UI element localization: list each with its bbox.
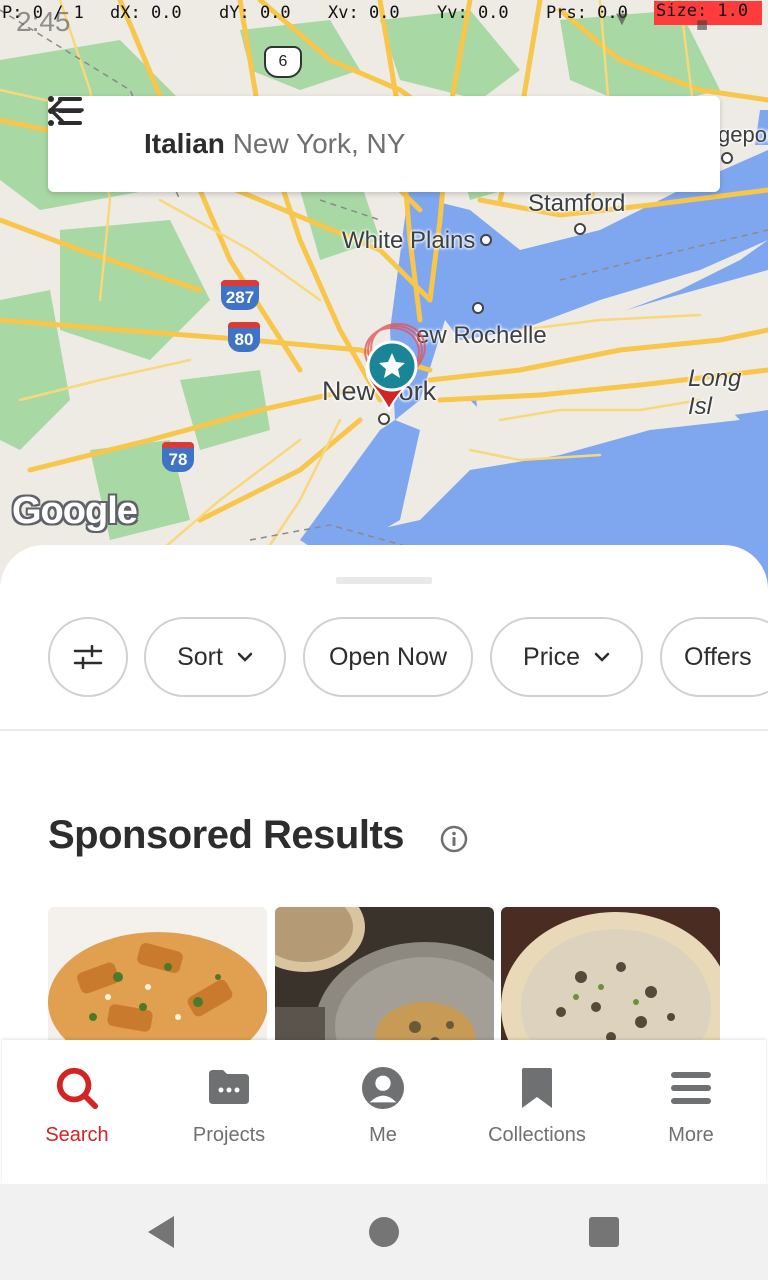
- chevron-down-icon: [594, 652, 610, 662]
- price-chip-label: Price: [523, 642, 580, 671]
- debug-pointer: P: 0 / 1: [2, 3, 84, 23]
- battery-icon: ■: [696, 14, 709, 36]
- tab-projects[interactable]: Projects: [154, 1040, 304, 1184]
- map-label-stamford: Stamford: [528, 190, 626, 217]
- sponsored-results-title: Sponsored Results: [48, 813, 405, 857]
- system-recents-icon[interactable]: [584, 1212, 624, 1252]
- menu-icon: [671, 1072, 711, 1104]
- tab-more[interactable]: More: [616, 1040, 766, 1184]
- tab-collections-label: Collections: [488, 1124, 586, 1146]
- search-icon: [56, 1067, 99, 1110]
- sponsored-image-pasta[interactable]: [48, 907, 267, 1040]
- filters-button[interactable]: [48, 617, 128, 697]
- results-sheet[interactable]: Sort Open Now Price Offers Sponsored Res…: [0, 545, 768, 1040]
- tab-me-label: Me: [369, 1124, 397, 1146]
- us-route-6-shield: 6: [264, 46, 302, 78]
- tab-me[interactable]: Me: [308, 1040, 458, 1184]
- system-home-icon[interactable]: [364, 1212, 404, 1252]
- list-view-button[interactable]: [48, 96, 688, 174]
- filter-chips: Sort Open Now Price Offers: [48, 617, 768, 697]
- back-button[interactable]: [49, 97, 134, 174]
- projects-icon: [209, 1070, 249, 1104]
- search-term: Italian: [144, 128, 225, 159]
- google-attribution: Google: [12, 490, 138, 532]
- tab-projects-label: Projects: [192, 1124, 266, 1146]
- open-now-chip-label: Open Now: [328, 642, 448, 671]
- tab-collections[interactable]: Collections: [462, 1040, 612, 1184]
- search-query[interactable]: Italian New York, NY: [144, 128, 628, 160]
- tab-more-label: More: [668, 1124, 714, 1146]
- tab-search-label: Search: [45, 1124, 109, 1146]
- chevron-down-icon: [237, 652, 253, 662]
- user-icon: [361, 1066, 405, 1110]
- sliders-icon: [73, 645, 103, 669]
- bottom-tab-bar: Search Projects Me Collections More: [2, 1040, 766, 1184]
- system-navigation-bar: [0, 1184, 768, 1280]
- map-label-long-island: Long Isl: [688, 365, 742, 420]
- search-location: New York, NY: [232, 128, 406, 159]
- list-icon: [48, 96, 82, 126]
- debug-xv: Xv: 0.0: [328, 3, 400, 23]
- debug-dx: dX: 0.0: [110, 3, 182, 23]
- interstate-287-shield: 287: [221, 280, 259, 310]
- sponsored-image-pizza[interactable]: [501, 907, 720, 1040]
- interstate-80-shield: 80: [228, 322, 260, 352]
- map-label-white-plains: White Plains: [342, 227, 476, 254]
- price-chip[interactable]: Price: [490, 617, 643, 697]
- open-now-chip[interactable]: Open Now: [303, 617, 473, 697]
- info-icon[interactable]: [440, 825, 468, 853]
- system-back-icon[interactable]: [142, 1212, 182, 1252]
- map-label-new-rochelle: ew Rochelle: [416, 322, 547, 349]
- sponsored-image-dish[interactable]: [275, 907, 494, 1040]
- map-label-bridgeport: geport: [718, 122, 768, 147]
- map-marker-cluster[interactable]: [355, 318, 435, 418]
- offers-chip-label: Offers: [684, 642, 752, 671]
- sheet-drag-handle[interactable]: [336, 577, 432, 584]
- offers-chip[interactable]: Offers: [660, 617, 768, 697]
- map-view[interactable]: Stamford White Plains ew Rochelle New Yo…: [0, 0, 768, 600]
- tab-search[interactable]: Search: [2, 1040, 152, 1184]
- debug-yv: Yv: 0.0: [437, 3, 509, 23]
- bookmark-icon: [522, 1068, 552, 1108]
- search-bar[interactable]: Italian New York, NY: [48, 96, 720, 192]
- wifi-icon: ▼: [612, 8, 632, 30]
- interstate-78-shield: 78: [162, 442, 194, 472]
- filter-divider: [0, 729, 768, 731]
- debug-dy: dY: 0.0: [219, 3, 291, 23]
- debug-pointer-bar: P: 0 / 1 dX: 0.0 dY: 0.0 Xv: 0.0 Yv: 0.0…: [0, 0, 768, 28]
- sort-chip-label: Sort: [177, 642, 223, 671]
- sort-chip[interactable]: Sort: [144, 617, 286, 697]
